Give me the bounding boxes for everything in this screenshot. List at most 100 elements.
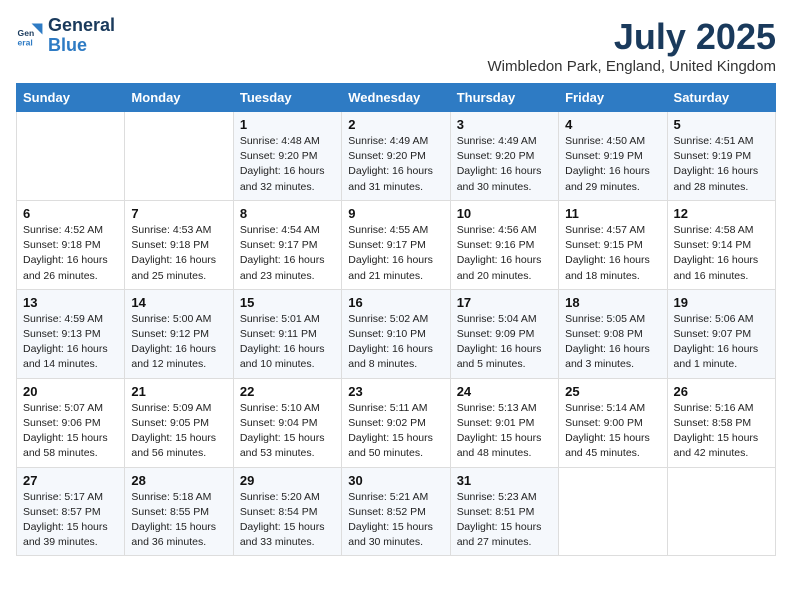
logo-text: General Blue — [48, 16, 115, 56]
day-number: 7 — [131, 206, 226, 221]
calendar-cell: 29 Sunrise: 5:20 AMSunset: 8:54 PMDayligh… — [233, 467, 341, 556]
day-number: 10 — [457, 206, 552, 221]
day-number: 12 — [674, 206, 769, 221]
day-info: Sunrise: 4:55 AMSunset: 9:17 PMDaylight:… — [348, 223, 443, 284]
day-number: 9 — [348, 206, 443, 221]
day-info: Sunrise: 5:02 AMSunset: 9:10 PMDaylight:… — [348, 312, 443, 373]
day-number: 19 — [674, 295, 769, 310]
calendar-cell: 28Sunrise: 5:18 AMSunset: 8:55 PMDayligh… — [125, 467, 233, 556]
calendar-cell: 19 Sunrise: 5:06 AMSunset: 9:07 PMDayligh… — [667, 289, 775, 378]
weekday-header-tuesday: Tuesday — [233, 84, 341, 112]
day-number: 14 — [131, 295, 226, 310]
day-info: Sunrise: 4:49 AMSunset: 9:20 PMDaylight:… — [348, 134, 443, 195]
day-number: 27 — [23, 473, 118, 488]
day-number: 20 — [23, 384, 118, 399]
day-info: Sunrise: 5:10 AMSunset: 9:04 PMDaylight:… — [240, 401, 335, 462]
day-number: 25 — [565, 384, 660, 399]
day-info: Sunrise: 5:17 AMSunset: 8:57 PMDaylight:… — [23, 490, 118, 551]
weekday-header-friday: Friday — [559, 84, 667, 112]
day-number: 31 — [457, 473, 552, 488]
calendar-cell: 25 Sunrise: 5:14 AMSunset: 9:00 PMDayligh… — [559, 378, 667, 467]
day-info: Sunrise: 5:20 AMSunset: 8:54 PMDaylight:… — [240, 490, 335, 551]
calendar-cell: 1 Sunrise: 4:48 AMSunset: 9:20 PMDaylight… — [233, 112, 341, 201]
calendar-cell — [17, 112, 125, 201]
page-header: Gen eral General Blue July 2025 Wimbledo… — [16, 16, 776, 75]
calendar-cell — [125, 112, 233, 201]
calendar-cell: 18 Sunrise: 5:05 AMSunset: 9:08 PMDayligh… — [559, 289, 667, 378]
calendar-cell: 24Sunrise: 5:13 AMSunset: 9:01 PMDayligh… — [450, 378, 558, 467]
calendar-week-row: 20Sunrise: 5:07 AMSunset: 9:06 PMDayligh… — [17, 378, 776, 467]
calendar-cell: 10Sunrise: 4:56 AMSunset: 9:16 PMDayligh… — [450, 200, 558, 289]
day-number: 17 — [457, 295, 552, 310]
day-number: 1 — [240, 117, 335, 132]
day-info: Sunrise: 4:57 AMSunset: 9:15 PMDaylight:… — [565, 223, 660, 284]
day-number: 18 — [565, 295, 660, 310]
day-number: 23 — [348, 384, 443, 399]
calendar-cell: 15 Sunrise: 5:01 AMSunset: 9:11 PMDayligh… — [233, 289, 341, 378]
day-number: 6 — [23, 206, 118, 221]
svg-text:Gen: Gen — [18, 28, 35, 38]
calendar-cell: 16 Sunrise: 5:02 AMSunset: 9:10 PMDayligh… — [342, 289, 450, 378]
calendar-cell: 23 Sunrise: 5:11 AMSunset: 9:02 PMDayligh… — [342, 378, 450, 467]
day-number: 26 — [674, 384, 769, 399]
logo: Gen eral General Blue — [16, 16, 115, 56]
month-title: July 2025 — [488, 16, 777, 58]
calendar-week-row: 6 Sunrise: 4:52 AMSunset: 9:18 PMDaylight… — [17, 200, 776, 289]
calendar-cell: 13 Sunrise: 4:59 AMSunset: 9:13 PMDayligh… — [17, 289, 125, 378]
day-number: 28 — [131, 473, 226, 488]
calendar-cell: 8Sunrise: 4:54 AMSunset: 9:17 PMDaylight… — [233, 200, 341, 289]
weekday-header-wednesday: Wednesday — [342, 84, 450, 112]
weekday-header-saturday: Saturday — [667, 84, 775, 112]
day-info: Sunrise: 4:59 AMSunset: 9:13 PMDaylight:… — [23, 312, 118, 373]
day-number: 15 — [240, 295, 335, 310]
calendar-cell: 5 Sunrise: 4:51 AMSunset: 9:19 PMDaylight… — [667, 112, 775, 201]
day-info: Sunrise: 5:11 AMSunset: 9:02 PMDaylight:… — [348, 401, 443, 462]
calendar-cell — [667, 467, 775, 556]
calendar-cell: 12 Sunrise: 4:58 AMSunset: 9:14 PMDayligh… — [667, 200, 775, 289]
weekday-header-sunday: Sunday — [17, 84, 125, 112]
day-number: 13 — [23, 295, 118, 310]
calendar-cell: 11Sunrise: 4:57 AMSunset: 9:15 PMDayligh… — [559, 200, 667, 289]
day-info: Sunrise: 5:23 AMSunset: 8:51 PMDaylight:… — [457, 490, 552, 551]
calendar-cell: 7 Sunrise: 4:53 AMSunset: 9:18 PMDaylight… — [125, 200, 233, 289]
logo-icon: Gen eral — [16, 22, 44, 50]
day-info: Sunrise: 5:01 AMSunset: 9:11 PMDaylight:… — [240, 312, 335, 373]
day-number: 5 — [674, 117, 769, 132]
day-info: Sunrise: 4:58 AMSunset: 9:14 PMDaylight:… — [674, 223, 769, 284]
day-number: 4 — [565, 117, 660, 132]
calendar-cell: 31 Sunrise: 5:23 AMSunset: 8:51 PMDayligh… — [450, 467, 558, 556]
calendar-cell: 20Sunrise: 5:07 AMSunset: 9:06 PMDayligh… — [17, 378, 125, 467]
day-info: Sunrise: 5:04 AMSunset: 9:09 PMDaylight:… — [457, 312, 552, 373]
day-number: 29 — [240, 473, 335, 488]
calendar-cell: 14Sunrise: 5:00 AMSunset: 9:12 PMDayligh… — [125, 289, 233, 378]
day-number: 21 — [131, 384, 226, 399]
calendar-cell: 3Sunrise: 4:49 AMSunset: 9:20 PMDaylight… — [450, 112, 558, 201]
calendar-cell: 17 Sunrise: 5:04 AMSunset: 9:09 PMDayligh… — [450, 289, 558, 378]
day-info: Sunrise: 4:48 AMSunset: 9:20 PMDaylight:… — [240, 134, 335, 195]
calendar-cell: 4Sunrise: 4:50 AMSunset: 9:19 PMDaylight… — [559, 112, 667, 201]
day-info: Sunrise: 5:21 AMSunset: 8:52 PMDaylight:… — [348, 490, 443, 551]
day-info: Sunrise: 5:06 AMSunset: 9:07 PMDaylight:… — [674, 312, 769, 373]
day-number: 3 — [457, 117, 552, 132]
day-number: 22 — [240, 384, 335, 399]
weekday-header-row: SundayMondayTuesdayWednesdayThursdayFrid… — [17, 84, 776, 112]
day-number: 16 — [348, 295, 443, 310]
day-info: Sunrise: 5:05 AMSunset: 9:08 PMDaylight:… — [565, 312, 660, 373]
calendar-cell: 27 Sunrise: 5:17 AMSunset: 8:57 PMDayligh… — [17, 467, 125, 556]
day-info: Sunrise: 4:53 AMSunset: 9:18 PMDaylight:… — [131, 223, 226, 284]
day-info: Sunrise: 5:16 AMSunset: 8:58 PMDaylight:… — [674, 401, 769, 462]
weekday-header-monday: Monday — [125, 84, 233, 112]
svg-text:eral: eral — [18, 37, 33, 47]
calendar-cell: 26 Sunrise: 5:16 AMSunset: 8:58 PMDayligh… — [667, 378, 775, 467]
location: Wimbledon Park, England, United Kingdom — [488, 58, 777, 75]
day-info: Sunrise: 4:51 AMSunset: 9:19 PMDaylight:… — [674, 134, 769, 195]
day-info: Sunrise: 4:52 AMSunset: 9:18 PMDaylight:… — [23, 223, 118, 284]
day-info: Sunrise: 5:14 AMSunset: 9:00 PMDaylight:… — [565, 401, 660, 462]
calendar-table: SundayMondayTuesdayWednesdayThursdayFrid… — [16, 83, 776, 556]
calendar-cell: 9 Sunrise: 4:55 AMSunset: 9:17 PMDaylight… — [342, 200, 450, 289]
calendar-cell: 6 Sunrise: 4:52 AMSunset: 9:18 PMDaylight… — [17, 200, 125, 289]
title-block: July 2025 Wimbledon Park, England, Unite… — [488, 16, 777, 75]
day-info: Sunrise: 4:54 AMSunset: 9:17 PMDaylight:… — [240, 223, 335, 284]
calendar-week-row: 1 Sunrise: 4:48 AMSunset: 9:20 PMDaylight… — [17, 112, 776, 201]
calendar-cell: 22 Sunrise: 5:10 AMSunset: 9:04 PMDayligh… — [233, 378, 341, 467]
